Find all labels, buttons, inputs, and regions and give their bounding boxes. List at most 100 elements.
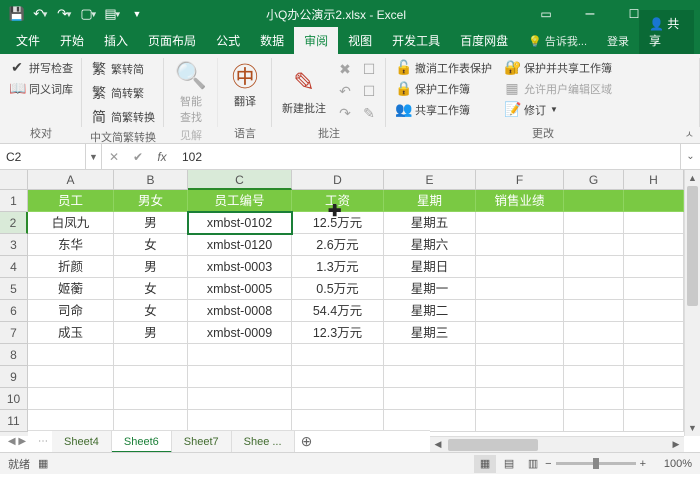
ribbon-tab-5[interactable]: 数据: [250, 27, 294, 54]
cell[interactable]: [564, 322, 624, 344]
cell[interactable]: [564, 212, 624, 234]
col-header-B[interactable]: B: [114, 170, 188, 190]
horizontal-thumb[interactable]: [448, 439, 538, 451]
protect-share-button[interactable]: 🔐保护并共享工作簿: [501, 57, 615, 78]
cell[interactable]: [564, 366, 624, 388]
qat-customize-icon[interactable]: ▼: [126, 3, 148, 25]
unprotect-sheet-button[interactable]: 🔓撤消工作表保护: [392, 57, 495, 78]
cell[interactable]: 12.5万元: [292, 212, 384, 234]
cell[interactable]: xmbst-0009: [188, 322, 292, 344]
cell[interactable]: 女: [114, 278, 188, 300]
cell[interactable]: [564, 256, 624, 278]
cell[interactable]: [188, 388, 292, 410]
col-header-C[interactable]: C: [188, 170, 292, 190]
translate-button[interactable]: ㊥翻译: [224, 57, 266, 111]
cell[interactable]: [384, 410, 476, 432]
cell[interactable]: [624, 300, 684, 322]
row-header-7[interactable]: 7: [0, 322, 28, 344]
cell[interactable]: [624, 278, 684, 300]
ribbon-display-icon[interactable]: ▭: [524, 0, 568, 28]
cell[interactable]: [188, 410, 292, 432]
cell[interactable]: 星期日: [384, 256, 476, 278]
cell[interactable]: 星期二: [384, 300, 476, 322]
cell[interactable]: [292, 366, 384, 388]
cell[interactable]: 东华: [28, 234, 114, 256]
cell[interactable]: [476, 366, 564, 388]
row-header-1[interactable]: 1: [0, 190, 28, 212]
zoom-level[interactable]: 100%: [650, 458, 692, 470]
row-header-4[interactable]: 4: [0, 256, 28, 278]
col-header-H[interactable]: H: [624, 170, 684, 190]
vertical-thumb[interactable]: [687, 186, 698, 306]
cell[interactable]: [384, 344, 476, 366]
cell[interactable]: [564, 190, 624, 212]
cell[interactable]: 员工编号: [188, 190, 292, 212]
cell[interactable]: 12.3万元: [292, 322, 384, 344]
cancel-formula-icon[interactable]: ✕: [102, 150, 126, 164]
ribbon-tab-9[interactable]: 百度网盘: [450, 27, 518, 54]
cell[interactable]: [476, 410, 564, 432]
cell[interactable]: [28, 344, 114, 366]
cell[interactable]: [624, 190, 684, 212]
share-workbook-button[interactable]: 👥共享工作簿: [392, 99, 495, 120]
cell[interactable]: 星期一: [384, 278, 476, 300]
cell[interactable]: [384, 388, 476, 410]
cell[interactable]: 男女: [114, 190, 188, 212]
cell[interactable]: 销售业绩: [476, 190, 564, 212]
ribbon-tab-2[interactable]: 插入: [94, 27, 138, 54]
cell[interactable]: 2.6万元: [292, 234, 384, 256]
cell[interactable]: 男: [114, 256, 188, 278]
row-header-6[interactable]: 6: [0, 300, 28, 322]
cell[interactable]: [292, 344, 384, 366]
sheet-nav[interactable]: ◀ ▶: [0, 436, 34, 447]
cell[interactable]: 星期六: [384, 234, 476, 256]
cell[interactable]: [624, 410, 684, 432]
sheet-tab-2[interactable]: Sheet7: [172, 431, 232, 453]
row-header-10[interactable]: 10: [0, 388, 28, 410]
ribbon-tab-7[interactable]: 视图: [338, 27, 382, 54]
select-all-corner[interactable]: [0, 170, 28, 190]
cell[interactable]: xmbst-0008: [188, 300, 292, 322]
cell[interactable]: [564, 278, 624, 300]
sheet-tab-1[interactable]: Sheet6: [112, 431, 172, 453]
cell[interactable]: [114, 344, 188, 366]
row-header-3[interactable]: 3: [0, 234, 28, 256]
cell[interactable]: [476, 212, 564, 234]
col-header-F[interactable]: F: [476, 170, 564, 190]
cell[interactable]: [384, 366, 476, 388]
cell[interactable]: [564, 388, 624, 410]
cell[interactable]: [476, 278, 564, 300]
cell[interactable]: [292, 410, 384, 432]
cell[interactable]: 1.3万元: [292, 256, 384, 278]
formula-input[interactable]: 102: [174, 150, 680, 164]
cell[interactable]: 星期: [384, 190, 476, 212]
cell[interactable]: xmbst-0005: [188, 278, 292, 300]
simp-trad-convert-button[interactable]: 简简繁转换: [88, 105, 158, 129]
macro-record-icon[interactable]: ▦: [38, 457, 48, 470]
protect-workbook-button[interactable]: 🔒保护工作簿: [392, 78, 495, 99]
cell[interactable]: 员工: [28, 190, 114, 212]
cell[interactable]: xmbst-0102: [188, 212, 292, 234]
qat-btn-1[interactable]: ▢▼: [78, 3, 100, 25]
minimize-icon[interactable]: ‒: [568, 0, 612, 28]
cell[interactable]: [188, 366, 292, 388]
page-layout-view-icon[interactable]: ▤: [498, 455, 520, 473]
simp-to-trad-button[interactable]: 繁简转繁: [88, 81, 158, 105]
cell[interactable]: 折颜: [28, 256, 114, 278]
col-header-D[interactable]: D: [292, 170, 384, 190]
cell[interactable]: [292, 388, 384, 410]
cell[interactable]: 54.4万元: [292, 300, 384, 322]
cell[interactable]: 白凤九: [28, 212, 114, 234]
name-box[interactable]: C2: [0, 144, 86, 169]
cell[interactable]: 0.5万元: [292, 278, 384, 300]
cell[interactable]: [624, 234, 684, 256]
cell[interactable]: [188, 344, 292, 366]
col-header-A[interactable]: A: [28, 170, 114, 190]
cell[interactable]: [564, 344, 624, 366]
cell[interactable]: 星期五: [384, 212, 476, 234]
scroll-down-icon[interactable]: ▼: [685, 420, 700, 436]
ribbon-tab-4[interactable]: 公式: [206, 27, 250, 54]
cell[interactable]: [114, 410, 188, 432]
collapse-ribbon-icon[interactable]: ㅅ: [685, 126, 694, 141]
track-changes-button[interactable]: 📝修订 ▼: [501, 99, 615, 120]
